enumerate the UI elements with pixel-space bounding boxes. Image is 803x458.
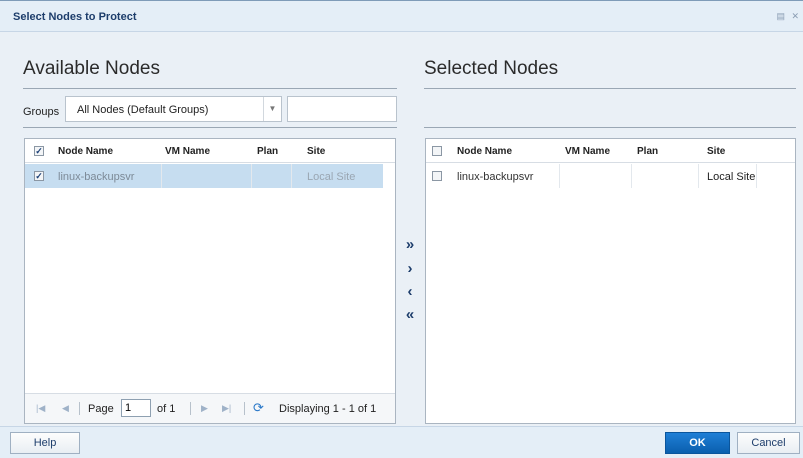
- pager-separator: [244, 402, 245, 415]
- cancel-button[interactable]: Cancel: [737, 432, 800, 454]
- node-name-cell: linux-backupsvr: [58, 171, 135, 183]
- pagination-bar: |◀ ◀ Page of 1 ▶ ▶| ⟳ Displaying 1 - 1 o…: [25, 393, 395, 423]
- groups-dropdown-value: All Nodes (Default Groups): [77, 104, 209, 116]
- groups-label: Groups: [23, 106, 60, 118]
- selected-toolbar-divider: [424, 127, 796, 128]
- available-toolbar-divider: [23, 127, 397, 128]
- remove-button[interactable]: ‹: [399, 282, 421, 302]
- page-number-input[interactable]: [121, 399, 151, 417]
- column-separator: [161, 164, 162, 188]
- add-button[interactable]: ›: [399, 259, 421, 279]
- dialog-footer: Help OK Cancel: [0, 426, 803, 458]
- row-checkbox[interactable]: ✓: [34, 171, 44, 181]
- column-vm-name[interactable]: VM Name: [165, 146, 210, 157]
- table-row[interactable]: linux-backupsvr Local Site: [426, 164, 757, 188]
- select-all-checkbox[interactable]: ✓: [34, 146, 44, 156]
- column-site[interactable]: Site: [307, 146, 325, 157]
- previous-page-icon[interactable]: ◀: [62, 403, 69, 414]
- ok-button[interactable]: OK: [665, 432, 730, 454]
- site-cell: Local Site: [707, 171, 756, 183]
- available-heading-divider: [23, 88, 397, 89]
- add-all-button[interactable]: »: [399, 235, 421, 255]
- search-input[interactable]: [287, 96, 397, 122]
- chevron-down-icon[interactable]: ▼: [263, 97, 281, 121]
- available-grid-header: ✓ Node Name VM Name Plan Site: [25, 139, 395, 163]
- site-cell: Local Site: [307, 171, 356, 183]
- refresh-icon[interactable]: ⟳: [253, 400, 264, 416]
- page-label: Page: [88, 403, 114, 415]
- pager-separator: [190, 402, 191, 415]
- last-page-icon[interactable]: ▶|: [222, 403, 231, 414]
- first-page-icon[interactable]: |◀: [36, 403, 45, 414]
- help-button[interactable]: Help: [10, 432, 80, 454]
- column-site[interactable]: Site: [707, 146, 725, 157]
- selected-nodes-heading: Selected Nodes: [424, 58, 559, 79]
- groups-dropdown[interactable]: All Nodes (Default Groups) ▼: [65, 96, 282, 122]
- column-separator: [291, 164, 292, 188]
- node-name-cell: linux-backupsvr: [457, 171, 534, 183]
- available-nodes-heading: Available Nodes: [23, 58, 160, 79]
- column-separator: [631, 164, 632, 188]
- available-nodes-grid: ✓ Node Name VM Name Plan Site ✓ linux-ba…: [24, 138, 396, 424]
- remove-all-button[interactable]: «: [399, 305, 421, 325]
- page-count-label: of 1: [157, 403, 176, 415]
- column-node-name[interactable]: Node Name: [58, 146, 113, 157]
- column-plan[interactable]: Plan: [257, 146, 278, 157]
- selected-heading-divider: [424, 88, 796, 89]
- selected-grid-header: Node Name VM Name Plan Site: [426, 139, 795, 163]
- selected-nodes-grid: Node Name VM Name Plan Site linux-backup…: [425, 138, 796, 424]
- dialog-header: Select Nodes to Protect ▤ ✕: [0, 0, 803, 32]
- dialog-title: Select Nodes to Protect: [13, 11, 137, 23]
- pager-separator: [79, 402, 80, 415]
- column-plan[interactable]: Plan: [637, 146, 658, 157]
- displaying-count: Displaying 1 - 1 of 1: [279, 403, 377, 415]
- window-controls-icon[interactable]: ▤ ✕: [776, 11, 801, 22]
- column-separator: [251, 164, 252, 188]
- select-all-checkbox[interactable]: [432, 146, 442, 156]
- column-vm-name[interactable]: VM Name: [565, 146, 610, 157]
- column-separator: [698, 164, 699, 188]
- table-row[interactable]: ✓ linux-backupsvr Local Site: [25, 164, 383, 188]
- column-separator: [756, 164, 757, 188]
- column-separator: [559, 164, 560, 188]
- column-node-name[interactable]: Node Name: [457, 146, 512, 157]
- row-checkbox[interactable]: [432, 171, 442, 181]
- next-page-icon[interactable]: ▶: [201, 403, 208, 414]
